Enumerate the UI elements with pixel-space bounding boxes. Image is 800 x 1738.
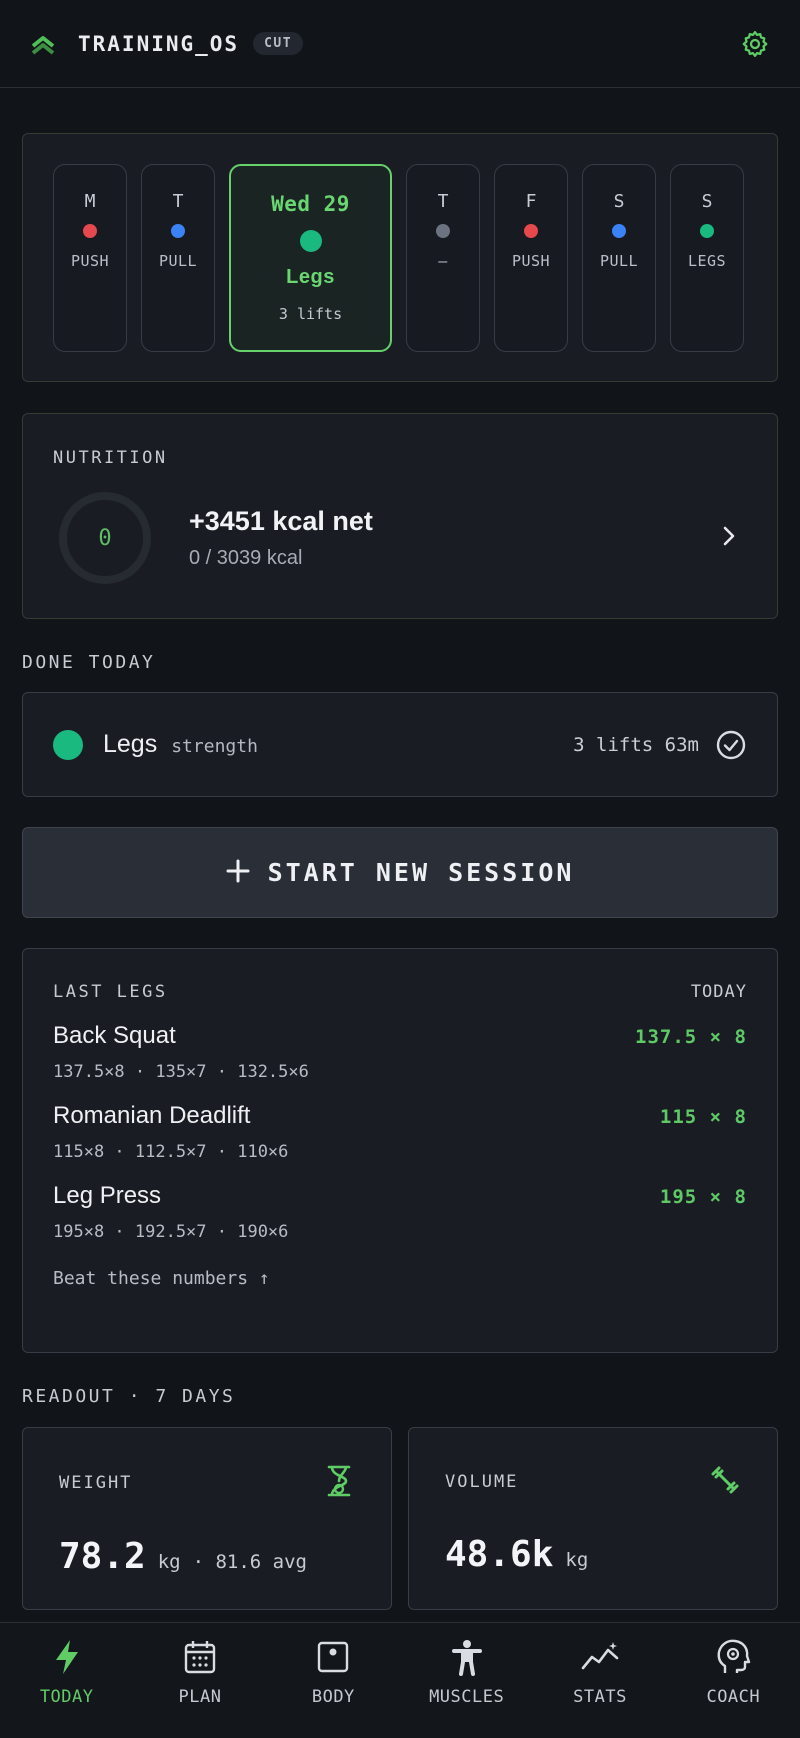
day-dot [524, 223, 538, 238]
day-sun[interactable]: S LEGS [670, 163, 744, 352]
nav-label: MUSCLES [429, 1687, 505, 1707]
app-header: TRAINING_OS CUT [0, 0, 800, 88]
day-dot [700, 223, 714, 238]
dumbbell-icon [709, 1464, 741, 1500]
lift-sets: 137.5×8 · 135×7 · 132.5×6 [53, 1062, 309, 1082]
day-letter: F [525, 190, 537, 212]
chevron-right-icon[interactable] [719, 525, 739, 551]
session-meta: 3 lifts 63m [573, 733, 699, 756]
lift-name: Back Squat [53, 1022, 176, 1049]
day-letter: T [437, 190, 449, 212]
session-kind: strength [171, 736, 258, 757]
double-chevron-up-icon[interactable] [28, 29, 58, 59]
day-tue[interactable]: T PULL [141, 163, 215, 352]
day-letter: S [701, 190, 713, 212]
weight-unit: kg [157, 1551, 181, 1573]
weight-card[interactable]: WEIGHT 78.2 kg · 81.6 avg [22, 1427, 392, 1610]
lift-best: 115 × 8 [659, 1106, 747, 1128]
net-calories: +3451 kcal net [189, 506, 373, 536]
legs-dot [53, 729, 83, 760]
day-fri[interactable]: F PUSH [494, 163, 568, 352]
day-type: PULL [599, 251, 639, 270]
day-dot [171, 223, 185, 238]
nav-label: BODY [311, 1687, 355, 1707]
day-mon[interactable]: M PUSH [53, 163, 127, 352]
day-thu[interactable]: T – [406, 163, 480, 352]
lift-best: 195 × 8 [659, 1186, 747, 1208]
day-letter: M [84, 190, 96, 212]
nav-plan[interactable]: PLAN [133, 1623, 266, 1738]
last-session-label: LAST LEGS [53, 982, 168, 1002]
lift-sets: 195×8 · 192.5×7 · 190×6 [53, 1222, 289, 1242]
nav-body[interactable]: BODY [267, 1623, 400, 1738]
person-icon [447, 1637, 487, 1677]
nutrition-label: NUTRITION [53, 448, 168, 468]
day-dot [612, 223, 626, 238]
lift-item[interactable]: Back Squat 137.5 × 8 137.5×8 · 135×7 · 1… [53, 1022, 747, 1082]
day-wed-selected[interactable]: Wed 29 Legs 3 lifts [229, 163, 392, 352]
session-name: Legs [103, 730, 158, 758]
volume-value: 48.6k [445, 1534, 554, 1575]
day-type: Legs [286, 265, 335, 288]
done-today-label: DONE TODAY [22, 652, 156, 673]
calendar-icon [180, 1637, 220, 1677]
weight-avg: · 81.6 avg [192, 1551, 307, 1573]
volume-label: VOLUME [445, 1472, 519, 1492]
calorie-ring: 0 [57, 490, 153, 586]
trend-icon [580, 1637, 620, 1677]
nav-label: STATS [573, 1687, 627, 1707]
lift-best: 137.5 × 8 [635, 1026, 747, 1048]
bottom-nav: TODAY PLAN BODY MUSCLES STATS COACH [0, 1622, 800, 1738]
day-dot [436, 223, 450, 238]
weight-value: 78.2 [59, 1536, 146, 1577]
nav-label: TODAY [39, 1687, 94, 1707]
head-gear-icon [713, 1637, 753, 1677]
day-dot [299, 229, 322, 252]
day-type: PULL [158, 251, 198, 270]
day-type: – [438, 251, 448, 270]
start-new-session-button[interactable]: START NEW SESSION [22, 827, 778, 918]
app-title: TRAINING_OS [78, 31, 240, 56]
done-session-row[interactable]: Legs strength 3 lifts 63m [22, 692, 778, 797]
day-letter: S [613, 190, 625, 212]
nav-label: COACH [706, 1687, 761, 1707]
scale-icon [313, 1637, 353, 1677]
nav-label: PLAN [178, 1687, 222, 1707]
lift-name: Romanian Deadlift [53, 1102, 251, 1129]
hourglass-scale-icon [323, 1464, 355, 1502]
nutrition-card[interactable]: NUTRITION 0 +3451 kcal net 0 / 3039 kcal [22, 413, 778, 619]
weight-label: WEIGHT [59, 1473, 133, 1493]
nav-stats[interactable]: STATS [533, 1623, 666, 1738]
volume-card[interactable]: VOLUME 48.6k kg [408, 1427, 778, 1610]
day-date: Wed 29 [271, 191, 350, 216]
beat-numbers-hint: Beat these numbers ↑ [53, 1268, 270, 1289]
readout-label: READOUT · 7 DAYS [22, 1386, 236, 1407]
start-session-label: START NEW SESSION [267, 858, 575, 887]
last-session-card: LAST LEGS TODAY Back Squat 137.5 × 8 137… [22, 948, 778, 1353]
phase-badge: CUT [253, 32, 304, 55]
nav-today[interactable]: TODAY [0, 1623, 133, 1738]
check-circle-icon [715, 729, 747, 761]
gear-icon[interactable] [738, 27, 772, 61]
lift-name: Leg Press [53, 1182, 162, 1209]
plus-icon [226, 859, 250, 887]
day-type: PUSH [70, 251, 110, 270]
lift-item[interactable]: Leg Press 195 × 8 195×8 · 192.5×7 · 190×… [53, 1182, 747, 1242]
day-sat[interactable]: S PULL [582, 163, 656, 352]
day-dot [83, 223, 97, 238]
last-session-when: TODAY [690, 982, 747, 1002]
volume-unit: kg [565, 1549, 589, 1571]
nav-coach[interactable]: COACH [667, 1623, 800, 1738]
day-lift-count: 3 lifts [278, 304, 343, 323]
lift-item[interactable]: Romanian Deadlift 115 × 8 115×8 · 112.5×… [53, 1102, 747, 1162]
day-type: LEGS [687, 251, 727, 270]
day-letter: T [172, 190, 184, 212]
week-strip: M PUSH T PULL Wed 29 Legs 3 lifts T – F … [22, 133, 778, 382]
day-type: PUSH [511, 251, 551, 270]
bolt-icon [47, 1637, 87, 1677]
nav-muscles[interactable]: MUSCLES [400, 1623, 533, 1738]
calorie-intake: 0 / 3039 kcal [189, 547, 303, 569]
lift-sets: 115×8 · 112.5×7 · 110×6 [53, 1142, 289, 1162]
calorie-ring-value: 0 [98, 525, 112, 551]
